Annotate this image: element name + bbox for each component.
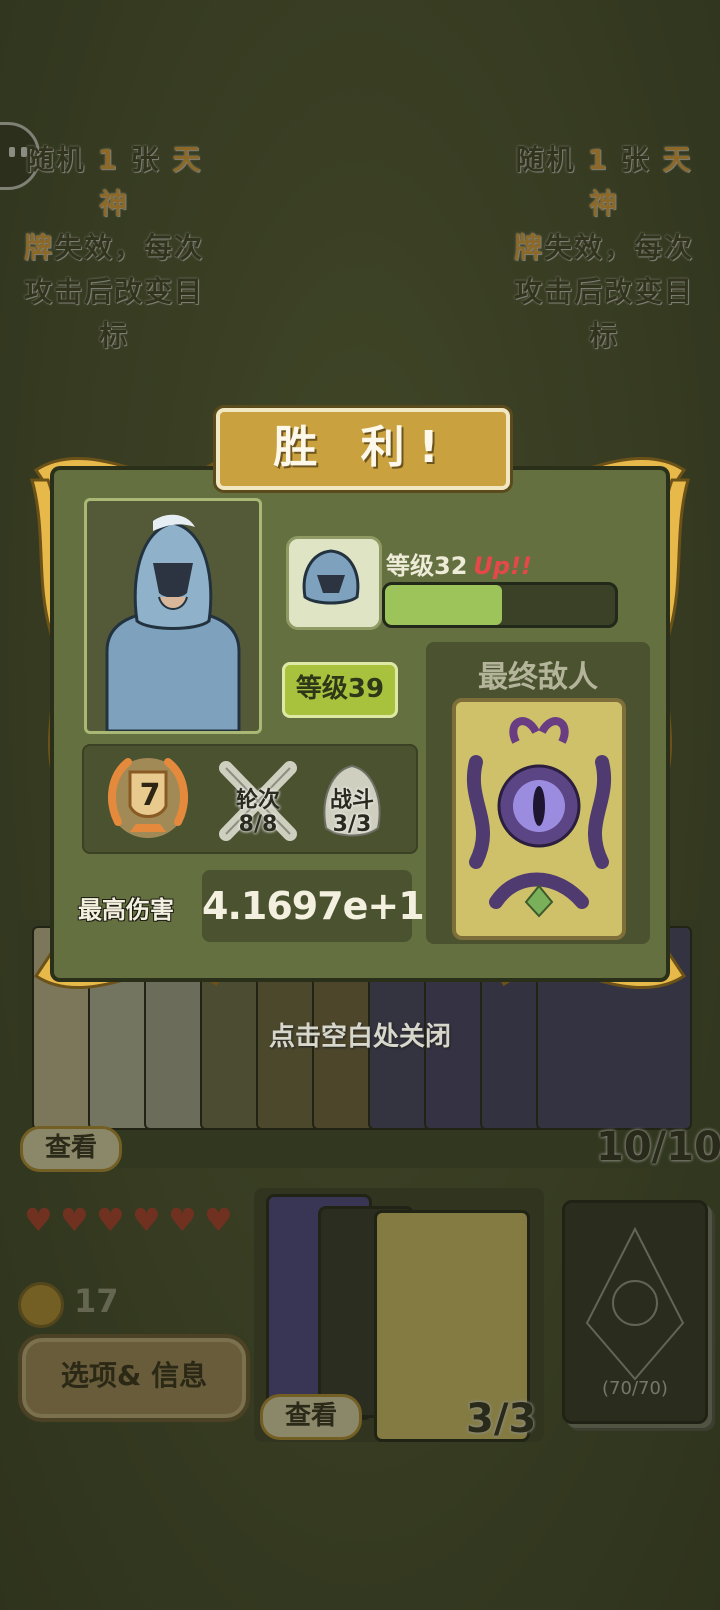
hero-knight-icon (105, 514, 241, 731)
final-enemy-card[interactable] (452, 698, 626, 940)
hero-level-label: 等级32 Up!! (386, 552, 532, 580)
round-stat: 轮次 8/8 (216, 758, 300, 844)
xp-progress-fill (385, 585, 503, 625)
tentacle-eye-monster-icon (466, 717, 612, 918)
rank-laurel: 7 (100, 752, 196, 846)
xp-progress-bar (382, 582, 618, 628)
rank-value: 7 (139, 778, 161, 813)
account-level-chip: 等级39 (282, 662, 398, 718)
victory-title: 胜 利! (216, 408, 510, 490)
hero-portrait (84, 498, 262, 734)
highest-damage-label: 最高伤害 (78, 896, 174, 924)
battle-stat: 战斗 3/3 (310, 758, 394, 844)
level-up-text: Up!! (473, 552, 532, 580)
hero-class-badge (286, 536, 382, 630)
helmet-icon (302, 549, 360, 605)
highest-damage-value: 4.1697e+15 (202, 884, 450, 928)
tap-to-close-hint: 点击空白处关闭 (268, 1022, 451, 1052)
final-enemy-title: 最终敌人 (478, 660, 598, 695)
